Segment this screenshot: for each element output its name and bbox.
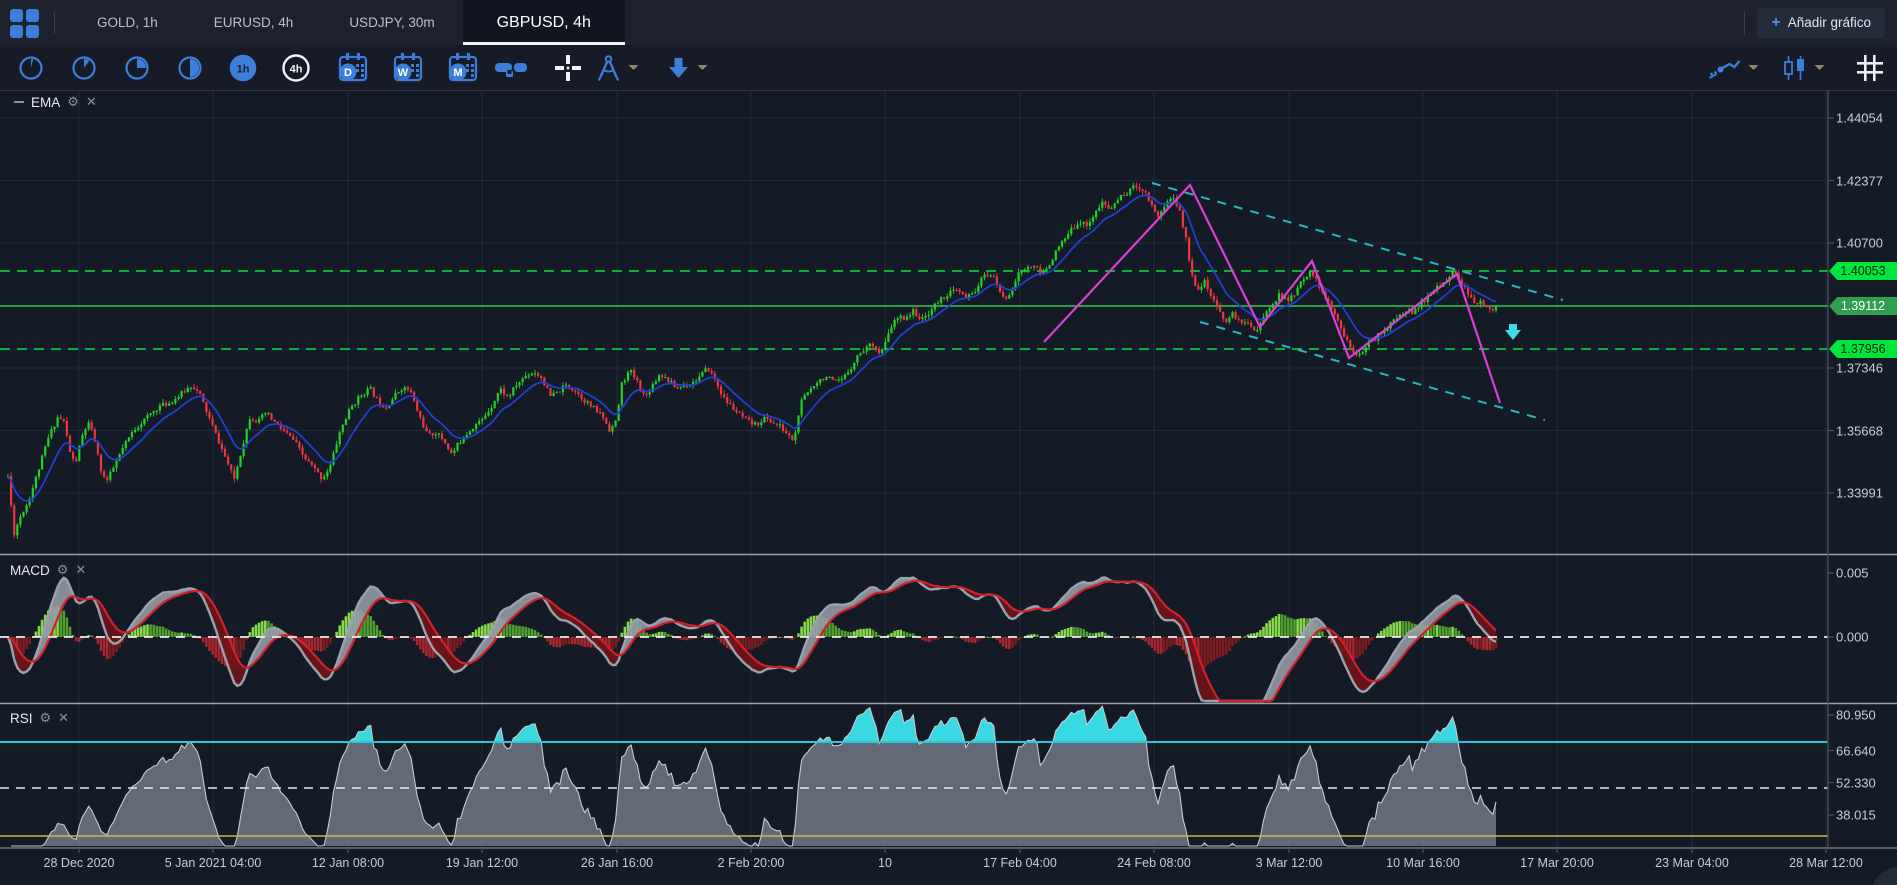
macd-tick-label: 0.000 <box>1836 629 1869 645</box>
chart-canvas[interactable] <box>0 0 1897 885</box>
candlestick-series <box>6 182 1498 539</box>
time-tick-label: 12 Jan 08:00 <box>311 856 385 870</box>
time-tick-label: 26 Jan 16:00 <box>580 856 654 870</box>
rsi-tick-label: 66.640 <box>1836 743 1876 758</box>
price-tick-label: 1.42377 <box>1836 173 1883 188</box>
price-tick-label: 1.44054 <box>1836 110 1883 126</box>
macd-tick-label: 0.005 <box>1836 565 1869 581</box>
macd-settings-gear-icon[interactable]: ⚙ <box>57 562 69 578</box>
rsi-label: RSI <box>10 710 33 726</box>
macd-label: MACD <box>10 562 50 578</box>
ema-settings-gear-icon[interactable]: ⚙ <box>67 94 79 110</box>
time-tick-label: 10 Mar 16:00 <box>1386 856 1460 870</box>
ema-line <box>7 194 1497 502</box>
ema-color-swatch <box>14 101 24 103</box>
rsi-tick-label: 52.330 <box>1836 775 1876 790</box>
time-tick-label: 17 Feb 04:00 <box>983 856 1057 870</box>
ema-indicator-legend: EMA ⚙ ✕ <box>14 94 97 110</box>
chevron-left-icon: « <box>1892 882 1897 885</box>
rsi-close-icon[interactable]: ✕ <box>58 710 69 726</box>
macd-close-icon[interactable]: ✕ <box>75 562 86 578</box>
time-tick-label: 19 Jan 12:00 <box>445 856 519 870</box>
rsi-tick-label: 80.950 <box>1836 707 1876 723</box>
last-price-badge: 1.39112 <box>1829 297 1897 315</box>
price-tick-label: 1.35668 <box>1836 423 1883 438</box>
time-tick-label: 28 Dec 2020 <box>43 856 115 870</box>
level-price-badge: 1.40053 <box>1829 262 1897 280</box>
price-tick-label: 1.40700 <box>1836 235 1883 251</box>
rsi-indicator-legend: RSI ⚙ ✕ <box>10 710 69 726</box>
rsi-tick-label: 38.015 <box>1836 807 1876 823</box>
sell-arrow-marker <box>1505 324 1521 340</box>
price-tick-label: 1.33991 <box>1836 485 1883 501</box>
level-price-badge: 1.37956 <box>1829 340 1897 358</box>
time-tick-label: 24 Feb 08:00 <box>1117 856 1191 870</box>
time-tick-label: 2 Feb 20:00 <box>717 856 785 870</box>
rsi-area <box>11 706 1497 846</box>
time-tick-label: 28 Mar 12:00 <box>1789 856 1863 870</box>
macd-indicator-legend: MACD ⚙ ✕ <box>10 562 86 578</box>
time-tick-label: 10 <box>878 856 892 870</box>
time-tick-label: 5 Jan 2021 04:00 <box>164 856 262 870</box>
ema-close-icon[interactable]: ✕ <box>86 94 97 110</box>
time-tick-label: 3 Mar 12:00 <box>1255 856 1323 870</box>
time-tick-label: 17 Mar 20:00 <box>1520 856 1594 870</box>
time-tick-label: 23 Mar 04:00 <box>1655 856 1729 870</box>
price-tick-label: 1.37346 <box>1836 360 1883 376</box>
ema-label: EMA <box>31 94 61 110</box>
trading-app: GOLD, 1h EURUSD, 4h USDJPY, 30m GBPUSD, 4h … <box>0 0 1897 885</box>
rsi-settings-gear-icon[interactable]: ⚙ <box>40 710 52 726</box>
